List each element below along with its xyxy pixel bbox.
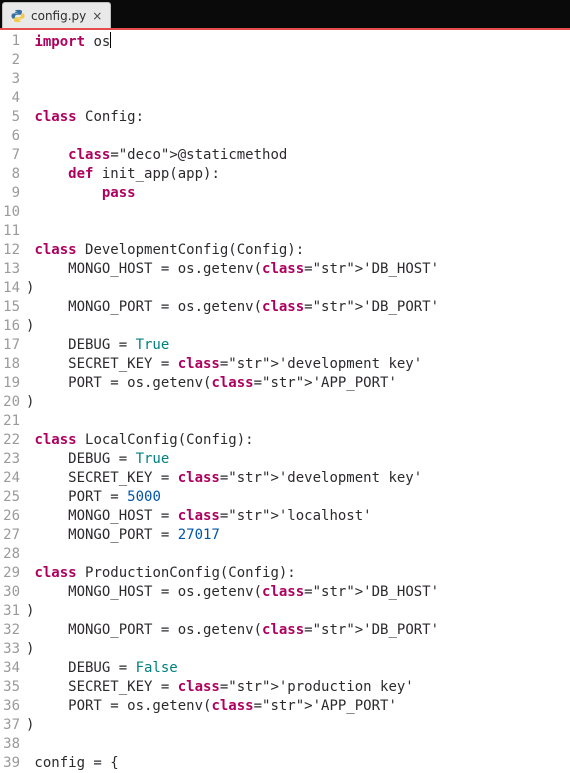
python-file-icon xyxy=(11,9,25,23)
line-number-gutter: 1234567891011121314151617181920212223242… xyxy=(0,30,26,773)
tab-bar: config.py × xyxy=(0,0,570,30)
tab-close-icon[interactable]: × xyxy=(92,9,102,23)
text-caret xyxy=(110,32,111,48)
editor-window: config.py × 1234567891011121314151617181… xyxy=(0,0,570,773)
code-area[interactable]: import os class Config: class="deco">@st… xyxy=(26,30,570,773)
code-editor[interactable]: 1234567891011121314151617181920212223242… xyxy=(0,30,570,773)
tab-label: config.py xyxy=(31,9,86,23)
tab-config-py[interactable]: config.py × xyxy=(2,2,111,28)
